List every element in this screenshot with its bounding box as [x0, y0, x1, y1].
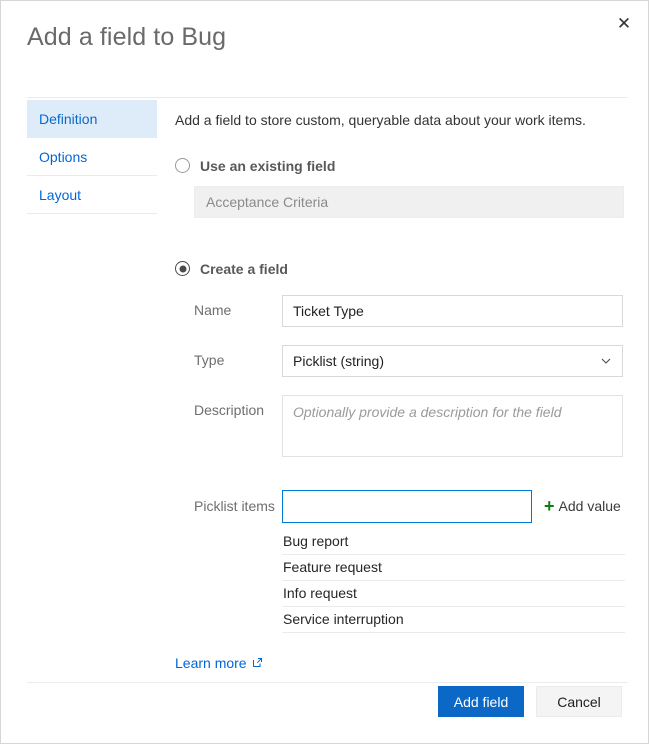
add-value-label: Add value: [559, 498, 621, 514]
dialog-footer: Add field Cancel: [438, 686, 622, 717]
existing-field-select: Acceptance Criteria: [194, 186, 624, 218]
tab-options[interactable]: Options: [27, 138, 157, 176]
description-label: Description: [194, 395, 282, 418]
cancel-button[interactable]: Cancel: [536, 686, 622, 717]
picklist-value-input[interactable]: [282, 490, 532, 523]
type-select-wrapper: Picklist (string): [282, 345, 623, 377]
type-label: Type: [194, 345, 282, 368]
radio-selected-icon: [175, 261, 190, 276]
use-existing-field-radio[interactable]: Use an existing field: [175, 158, 628, 174]
type-select[interactable]: Picklist (string): [282, 345, 623, 377]
page-title: Add a field to Bug: [27, 23, 226, 52]
tab-definition[interactable]: Definition: [27, 100, 157, 138]
type-row: Type Picklist (string): [194, 345, 628, 377]
list-item-label: Bug report: [283, 533, 348, 549]
list-item[interactable]: Service interruption: [282, 607, 625, 633]
existing-field-value: Acceptance Criteria: [206, 194, 328, 210]
list-item-label: Feature request: [283, 559, 382, 575]
add-value-button[interactable]: + Add value: [544, 497, 621, 515]
list-item-label: Service interruption: [283, 611, 404, 627]
list-item[interactable]: Bug report: [282, 529, 625, 555]
create-field-radio[interactable]: Create a field: [175, 261, 628, 277]
intro-text: Add a field to store custom, queryable d…: [175, 111, 628, 130]
add-field-button[interactable]: Add field: [438, 686, 524, 717]
add-field-dialog: ✕ Add a field to Bug Definition Options …: [0, 0, 649, 744]
picklist-input-row: Picklist items + Add value: [194, 490, 628, 523]
list-item[interactable]: Info request: [282, 581, 625, 607]
tab-layout-label: Layout: [39, 187, 81, 203]
tab-layout[interactable]: Layout: [27, 176, 157, 214]
description-row: Description: [194, 395, 628, 457]
picklist-items-list: Bug report Feature request Info request …: [282, 529, 625, 633]
radio-unselected-icon: [175, 158, 190, 173]
create-field-section: Create a field Name Type Picklist (strin…: [175, 261, 628, 633]
definition-panel: Add a field to store custom, queryable d…: [175, 111, 628, 673]
tab-list: Definition Options Layout: [27, 100, 157, 214]
list-item-label: Info request: [283, 585, 357, 601]
learn-more-label: Learn more: [175, 655, 247, 671]
learn-more-link[interactable]: Learn more: [175, 655, 263, 671]
type-select-value: Picklist (string): [293, 353, 384, 369]
name-label: Name: [194, 295, 282, 318]
name-row: Name: [194, 295, 628, 327]
close-icon[interactable]: ✕: [608, 7, 640, 39]
plus-icon: +: [544, 497, 555, 515]
description-input[interactable]: [282, 395, 623, 457]
tab-definition-label: Definition: [39, 111, 97, 127]
use-existing-field-label: Use an existing field: [200, 158, 335, 174]
tab-options-label: Options: [39, 149, 87, 165]
picklist-items-label: Picklist items: [194, 498, 282, 514]
external-link-icon: [252, 657, 263, 668]
header-divider: [27, 97, 628, 98]
name-input[interactable]: [282, 295, 623, 327]
list-item[interactable]: Feature request: [282, 555, 625, 581]
footer-divider: [27, 682, 628, 683]
create-field-label: Create a field: [200, 261, 288, 277]
